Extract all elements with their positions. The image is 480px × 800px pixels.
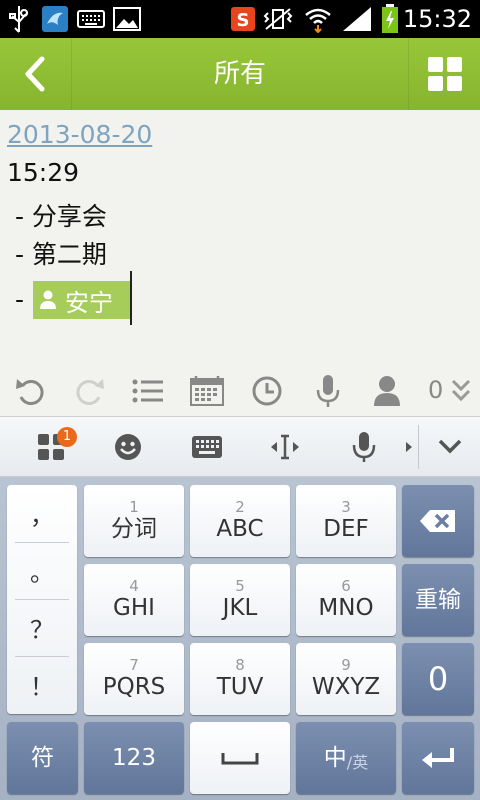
lang-main-label: 中 (323, 745, 347, 771)
usb-icon (6, 4, 32, 34)
key-exclaim[interactable]: ！ (7, 656, 77, 713)
keyboard-icon (76, 4, 106, 34)
note-time: 15:29 (7, 158, 80, 187)
key-label: TUV (216, 674, 264, 700)
grid-view-button[interactable] (408, 38, 480, 110)
key-label: WXYZ (311, 674, 381, 700)
space-icon (221, 753, 259, 765)
symbol-key[interactable]: 符 (7, 722, 78, 794)
language-switch-key[interactable]: 中 /英 (296, 722, 396, 794)
contact-chip[interactable]: 安宁 (33, 281, 131, 319)
battery-icon (379, 4, 401, 34)
app-bird-icon (40, 4, 70, 34)
key-7-pqrs[interactable]: 7 PQRS (84, 643, 184, 715)
key-2-abc[interactable]: 2 ABC (190, 485, 290, 557)
note-date-link[interactable]: 2013-08-20 (7, 120, 152, 149)
wifi-icon (303, 4, 333, 34)
note-editor[interactable]: 2013-08-20 15:29 - 分享会 - 第二期 - 安宁 (0, 110, 480, 365)
key-label: 符 (31, 745, 54, 771)
punctuation-column: ， 。 ？ ！ (7, 485, 77, 714)
redo-icon[interactable] (72, 373, 108, 409)
text-cursor (130, 271, 132, 325)
page-title: 所有 (213, 59, 266, 89)
cursor-move-icon[interactable] (265, 427, 305, 467)
key-1-fenci[interactable]: 1 分词 (84, 485, 184, 557)
key-8-tuv[interactable]: 8 TUV (190, 643, 290, 715)
contact-chip-label: 安宁 (65, 288, 113, 317)
voice-icon[interactable] (344, 427, 384, 467)
space-key[interactable] (190, 722, 290, 794)
clock-icon[interactable] (249, 373, 285, 409)
key-label: MNO (318, 595, 374, 621)
key-label: 0 (427, 660, 449, 698)
calendar-icon[interactable] (189, 373, 225, 409)
expand-icon[interactable] (446, 373, 476, 409)
key-digit: 8 (235, 656, 245, 674)
key-5-jkl[interactable]: 5 JKL (190, 564, 290, 636)
key-0[interactable]: 0 (402, 643, 474, 715)
vibrate-icon (262, 4, 294, 34)
status-bar: S 15:32 (0, 0, 480, 38)
contact-icon[interactable] (369, 373, 405, 409)
backspace-key[interactable] (402, 485, 474, 557)
key-digit: 9 (341, 656, 351, 674)
mic-icon[interactable] (310, 373, 346, 409)
ime-keyboard: ， 。 ？ ！ 1 分词 2 ABC 3 DEF 4 GHI 5 JKL 6 M… (0, 477, 480, 800)
key-digit: 5 (235, 577, 245, 595)
key-digit: 2 (235, 498, 245, 516)
undo-icon[interactable] (12, 373, 48, 409)
list-icon[interactable] (130, 373, 166, 409)
key-label: PQRS (102, 674, 166, 700)
grid-icon (427, 57, 462, 91)
note-line-3: - (7, 285, 32, 314)
key-6-mno[interactable]: 6 MNO (296, 564, 396, 636)
key-digit: 6 (341, 577, 351, 595)
image-icon (112, 4, 142, 34)
more-arrow-icon (403, 427, 415, 467)
sogou-icon: S (229, 4, 257, 34)
key-comma[interactable]: ， (7, 485, 77, 542)
emoji-icon[interactable] (108, 427, 148, 467)
key-label: JKL (222, 595, 258, 621)
key-question[interactable]: ？ (7, 599, 77, 656)
candidate-divider (418, 425, 419, 469)
key-label: 123 (112, 745, 156, 771)
key-9-wxyz[interactable]: 9 WXYZ (296, 643, 396, 715)
key-digit: 7 (129, 656, 139, 674)
key-digit: 4 (129, 577, 139, 595)
key-label: 分词 (111, 516, 157, 542)
key-label: 重输 (415, 587, 461, 613)
reenter-key[interactable]: 重输 (402, 564, 474, 636)
enter-key[interactable] (402, 722, 474, 794)
key-label: ABC (216, 516, 264, 542)
back-arrow-icon (25, 56, 44, 92)
key-4-ghi[interactable]: 4 GHI (84, 564, 184, 636)
notification-badge: 1 (57, 427, 77, 447)
signal-icon (341, 4, 373, 34)
backspace-icon (420, 510, 455, 532)
collapse-keyboard-icon[interactable] (430, 427, 470, 467)
key-period[interactable]: 。 (7, 542, 77, 599)
key-label: DEF (323, 516, 369, 542)
attachment-count: 0 (428, 376, 444, 404)
note-line-1: - 分享会 (7, 202, 107, 231)
enter-icon (422, 748, 454, 768)
key-digit: 3 (341, 498, 351, 516)
title-bar: 所有 (0, 38, 480, 110)
back-button[interactable] (0, 38, 72, 110)
keyboard-icon[interactable] (187, 427, 227, 467)
person-icon (40, 290, 56, 309)
ime-candidate-bar (0, 417, 480, 477)
numeric-key[interactable]: 123 (84, 722, 184, 794)
key-label: GHI (113, 595, 155, 621)
status-clock: 15:32 (402, 5, 472, 33)
note-toolbar: 0 (0, 365, 480, 417)
lang-alt-label: /英 (346, 753, 369, 772)
note-line-2: - 第二期 (7, 240, 107, 269)
key-digit: 1 (129, 498, 139, 516)
svg-text:S: S (237, 10, 250, 31)
key-3-def[interactable]: 3 DEF (296, 485, 396, 557)
